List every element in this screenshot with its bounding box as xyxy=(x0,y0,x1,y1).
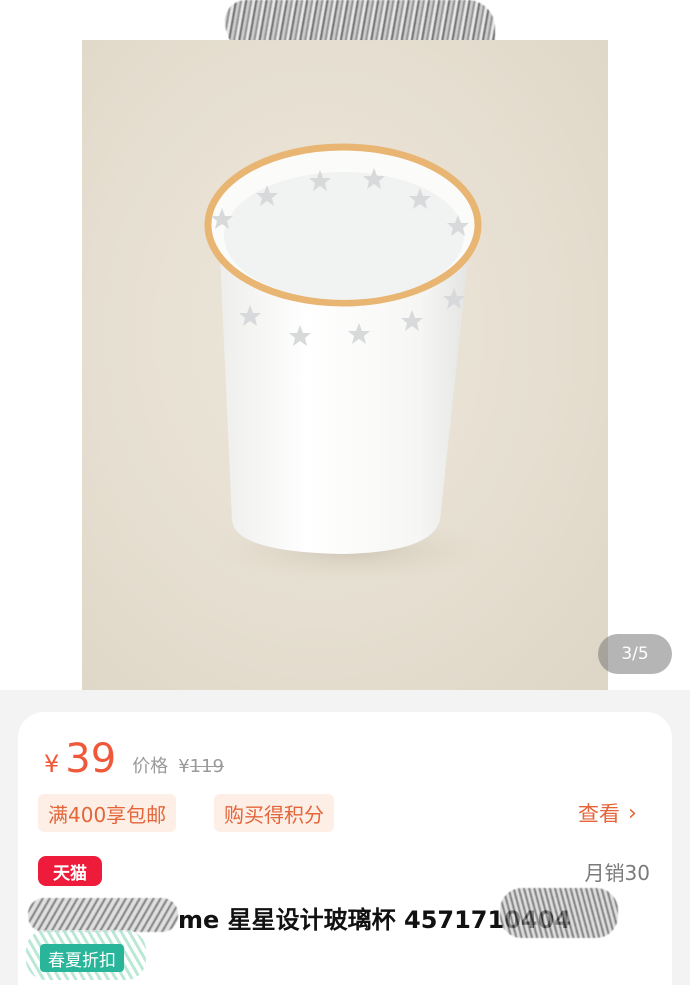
price-row: ¥ 39 价格 ¥ 119 xyxy=(44,736,224,782)
redaction-scribble-title-right xyxy=(500,888,618,938)
original-price-label: 价格 xyxy=(132,756,169,777)
product-gallery[interactable]: 3/5 xyxy=(0,0,690,692)
promo-earn-points[interactable]: 购买得积分 xyxy=(214,794,334,832)
season-discount-tag: 春夏折扣 xyxy=(40,944,124,972)
tmall-badge: 天猫 xyxy=(38,856,102,886)
chevron-right-icon: › xyxy=(628,800,637,826)
monthly-sales: 月销30 xyxy=(584,861,650,885)
original-price-currency: ¥ xyxy=(178,756,190,777)
currency-symbol: ¥ xyxy=(44,750,60,778)
product-image[interactable] xyxy=(82,40,608,692)
original-price-value: 119 xyxy=(189,756,224,777)
cup-illustration xyxy=(204,143,492,582)
image-counter: 3/5 xyxy=(598,634,672,674)
promo-free-shipping[interactable]: 满400享包邮 xyxy=(38,794,177,832)
current-price: 39 xyxy=(65,736,117,782)
view-more-label: 查看 xyxy=(578,802,620,826)
view-more-button[interactable]: 查看 › xyxy=(578,798,637,828)
